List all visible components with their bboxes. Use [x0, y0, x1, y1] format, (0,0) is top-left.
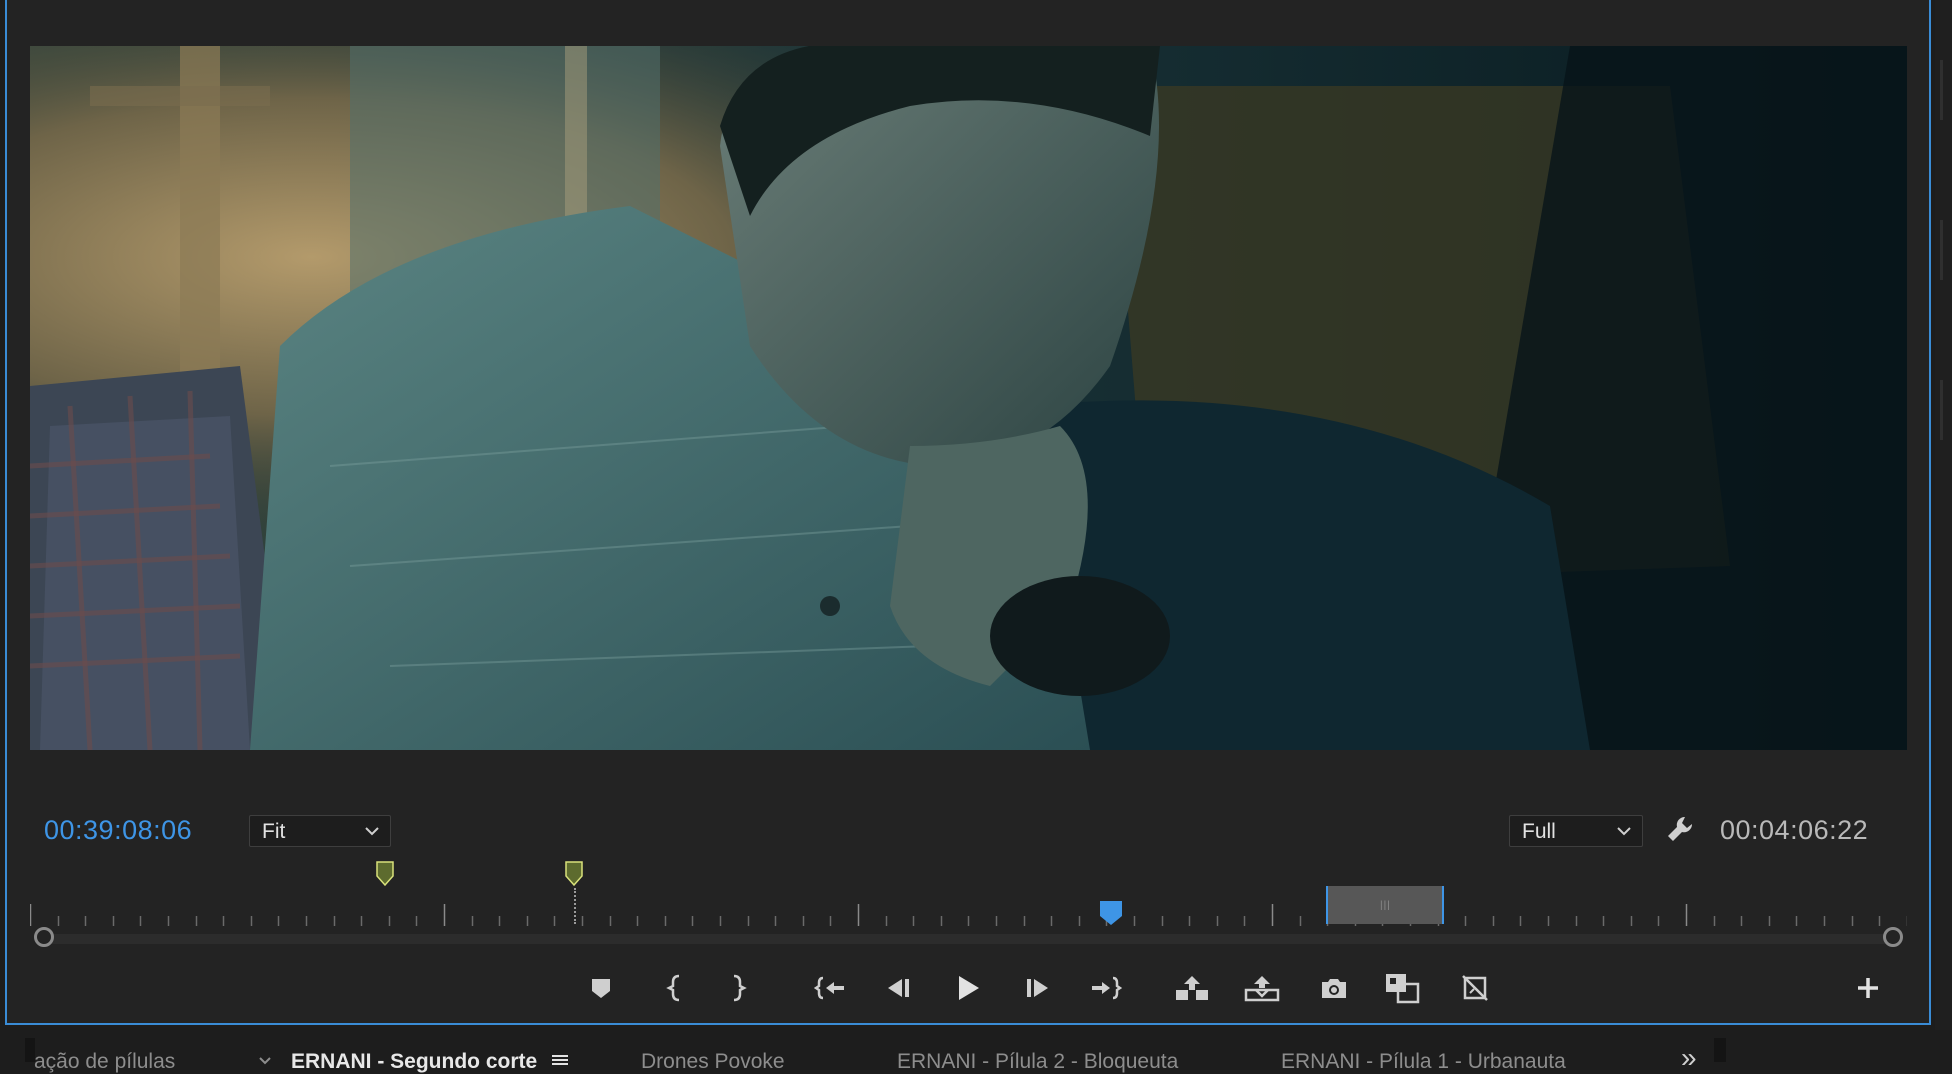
step-forward-icon: [1027, 979, 1048, 997]
time-ruler[interactable]: [30, 900, 1907, 930]
tab-separator: [1714, 1038, 1726, 1062]
tab-sequence-4[interactable]: ERNANI - Pílula 2 - Bloqueuta: [897, 1050, 1178, 1074]
scroll-start-handle[interactable]: [34, 927, 54, 947]
chevron-down-icon: [1617, 827, 1631, 836]
playhead-icon: [1100, 901, 1122, 925]
playback-resolution-value: Full: [1522, 820, 1556, 843]
tab-sequence-1[interactable]: ação de pílulas: [34, 1050, 175, 1074]
marker-icon: [592, 979, 610, 998]
marker[interactable]: [376, 861, 394, 892]
comparison-icon: [1386, 974, 1420, 1004]
playhead[interactable]: [1099, 900, 1123, 931]
mark-in-icon: [666, 974, 680, 1002]
lift-icon: [1176, 976, 1208, 1000]
sequence-tab-bar: ação de pílulas ERNANI - Segundo corte D…: [0, 1034, 1952, 1073]
work-area-grip[interactable]: |||: [1380, 900, 1391, 911]
proxy-icon: [1462, 975, 1488, 1001]
playback-resolution-dropdown[interactable]: Full: [1509, 815, 1643, 847]
lift-button[interactable]: [1174, 970, 1210, 1006]
plus-icon: [1858, 978, 1878, 998]
tab-sequence-3[interactable]: Drones Povoke: [641, 1050, 785, 1074]
chevron-down-icon: [365, 827, 379, 836]
current-timecode[interactable]: 00:39:08:06: [44, 815, 192, 846]
go-to-out-icon: [1092, 976, 1122, 1000]
menu-icon[interactable]: [551, 1054, 569, 1066]
zoom-level-value: Fit: [262, 820, 286, 843]
video-frame[interactable]: [30, 46, 1907, 750]
camera-icon: [1322, 979, 1346, 998]
marker-icon: [565, 861, 583, 887]
play-button[interactable]: [950, 970, 986, 1006]
step-back-icon: [888, 979, 909, 997]
mark-out-icon: [733, 974, 747, 1002]
comparison-view-button[interactable]: [1384, 970, 1420, 1006]
zoom-level-dropdown[interactable]: Fit: [249, 815, 391, 847]
duration-timecode: 00:04:06:22: [1720, 815, 1869, 845]
tab-overflow-button[interactable]: »: [1681, 1042, 1697, 1074]
add-button[interactable]: [1850, 970, 1886, 1006]
go-to-in-icon: [814, 976, 844, 1000]
tab-sequence-2[interactable]: ERNANI - Segundo corte: [291, 1050, 537, 1074]
export-frame-button[interactable]: [1316, 970, 1352, 1006]
wrench-icon: [1668, 816, 1693, 841]
play-icon: [959, 976, 979, 1000]
chevron-down-icon[interactable]: [258, 1056, 272, 1066]
video-frame-image: [30, 46, 1907, 750]
tab-sequence-5[interactable]: ERNANI - Pílula 1 - Urbanauta: [1281, 1050, 1566, 1074]
work-area-bar[interactable]: |||: [1326, 886, 1444, 924]
go-to-out-button[interactable]: [1088, 970, 1124, 1006]
step-back-button[interactable]: [880, 970, 916, 1006]
extract-button[interactable]: [1244, 970, 1280, 1006]
proxy-toggle-button[interactable]: [1457, 970, 1493, 1006]
settings-wrench-button[interactable]: [1665, 814, 1697, 851]
scroll-end-handle[interactable]: [1883, 927, 1903, 947]
adjacent-panel-edge: [1935, 0, 1952, 1030]
add-marker-button[interactable]: [583, 970, 619, 1006]
mark-in-button[interactable]: [657, 970, 693, 1006]
marker-icon: [376, 861, 394, 887]
mark-out-button[interactable]: [720, 970, 756, 1006]
go-to-in-button[interactable]: [812, 970, 848, 1006]
extract-icon: [1244, 976, 1280, 1002]
step-forward-button[interactable]: [1020, 970, 1056, 1006]
zoom-scroll-bar[interactable]: [42, 934, 1894, 944]
